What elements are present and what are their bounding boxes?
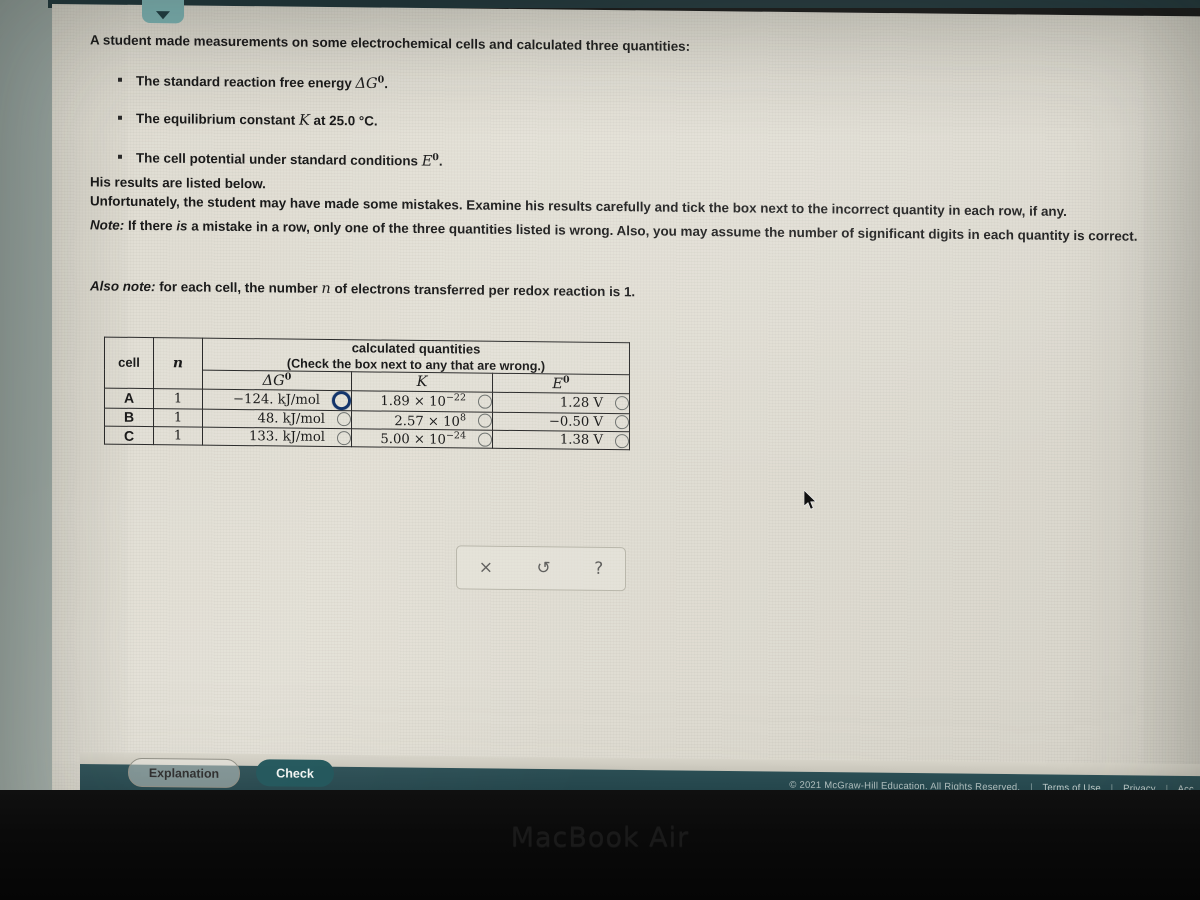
header-symbol-e: E <box>552 376 563 393</box>
header-cell-label: cell <box>104 337 154 389</box>
cell-a-delta-g-checkbox[interactable] <box>332 390 351 410</box>
cell-c-e-checkbox[interactable] <box>615 433 629 448</box>
cell-b-k-mantissa: 2.57 × 10 <box>394 413 460 430</box>
laptop-bezel-bottom: MacBook Air <box>0 790 1200 900</box>
header-symbol-delta-g: ΔG <box>262 372 285 390</box>
bullet-item-equilibrium-constant: The equilibrium constant K at 25.0 °C. <box>114 109 814 138</box>
cell-c-e: 1.38 V <box>492 430 630 451</box>
note-italic-is: is <box>176 218 188 234</box>
note-body: If there <box>124 217 177 234</box>
cell-a-e-value: 1.28 V <box>559 395 603 411</box>
symbol-e: E <box>421 152 433 170</box>
cell-b-e: −0.50 V <box>492 411 630 432</box>
header-symbol-delta-g-sup: 0 <box>284 371 292 383</box>
cell-a-delta-g: −124. kJ/mol <box>202 388 352 411</box>
cell-a-e: 1.28 V <box>492 391 630 414</box>
bullet-text-pre-2: The cell potential under standard condit… <box>136 149 422 168</box>
bullet-text-post-0: . <box>384 76 388 92</box>
worksheet-page: A student made measurements on some elec… <box>52 0 1200 812</box>
symbol-e-superscript: 0 <box>432 151 439 163</box>
cell-a-k-exponent: −22 <box>445 392 466 404</box>
symbol-k: K <box>298 113 310 130</box>
cell-a-delta-g-value: −124. kJ/mol <box>233 391 320 408</box>
cell-b-e-checkbox[interactable] <box>615 415 629 430</box>
cell-c-delta-g-checkbox[interactable] <box>337 430 351 445</box>
bullet-text-pre-1: The equilibrium constant <box>136 111 299 129</box>
check-button[interactable]: Check <box>256 759 334 788</box>
row-n-b: 1 <box>153 408 203 428</box>
cell-c-k-value: 5.00 × 10−24 <box>380 430 466 448</box>
answer-toolbar: × ↺ ? <box>456 545 626 592</box>
cell-a-e-checkbox[interactable] <box>615 396 629 411</box>
calculated-quantities-table: cell n calculated quantities (Check the … <box>104 336 630 451</box>
macbook-air-label: MacBook Air <box>510 822 690 853</box>
note-label: Note: <box>90 217 125 233</box>
header-column-delta-g: ΔG0 <box>202 370 352 391</box>
cell-a-k-mantissa: 1.89 × 10 <box>380 394 446 411</box>
cell-c-k-exponent: −24 <box>445 430 466 442</box>
bullet-item-cell-potential: The cell potential under standard condit… <box>114 147 814 176</box>
table-header-row-group: cell n calculated quantities (Check the … <box>104 337 630 389</box>
row-n-c: 1 <box>153 426 203 446</box>
cell-c-k-mantissa: 5.00 × 10 <box>380 431 446 448</box>
explanation-button[interactable]: Explanation <box>128 757 240 789</box>
header-group-title-text: calculated quantities <box>351 340 481 357</box>
row-cell-label-b: B <box>104 407 154 427</box>
also-note-label: Also note: <box>90 278 156 295</box>
collapse-tab-button[interactable] <box>142 0 184 24</box>
clear-icon[interactable]: × <box>479 558 493 578</box>
row-cell-label-a: A <box>104 387 154 409</box>
header-n-label: n <box>153 337 203 389</box>
cell-c-e-value: 1.38 V <box>559 432 603 449</box>
cell-b-e-value: −0.50 V <box>548 414 603 430</box>
cell-b-delta-g: 48. kJ/mol <box>202 408 352 429</box>
bullet-item-free-energy: The standard reaction free energy ΔG0. <box>114 71 814 100</box>
bullet-text-pre-0: The standard reaction free energy <box>136 73 356 91</box>
cell-c-k-checkbox[interactable] <box>478 432 492 447</box>
cell-a-k-checkbox[interactable] <box>478 394 492 409</box>
symbol-delta-g: ΔG <box>355 75 378 92</box>
cell-b-delta-g-value: 48. kJ/mol <box>257 411 325 427</box>
mouse-cursor-icon <box>804 490 817 510</box>
bullet-text-post-1: at 25.0 °C. <box>309 113 378 130</box>
cell-b-k: 2.57 × 108 <box>351 410 493 431</box>
row-cell-label-c: C <box>104 426 154 446</box>
chevron-down-icon <box>156 11 170 20</box>
cell-c-k: 5.00 × 10−24 <box>351 428 493 449</box>
row-n-a: 1 <box>153 388 203 409</box>
cell-c-delta-g-value: 133. kJ/mol <box>249 429 325 446</box>
cell-b-k-checkbox[interactable] <box>478 413 492 429</box>
photograph-of-laptop-screen: © 2021 McGraw-Hill Education. All Rights… <box>0 0 1200 900</box>
also-note-body: for each cell, the number <box>155 279 322 296</box>
header-column-e: E0 <box>492 373 630 394</box>
header-group-title: calculated quantities (Check the box nex… <box>202 338 630 375</box>
cell-b-k-value: 2.57 × 108 <box>394 411 466 429</box>
header-symbol-e-sup: 0 <box>562 374 570 386</box>
header-column-k: K <box>351 371 493 392</box>
cell-b-delta-g-checkbox[interactable] <box>337 412 351 427</box>
cell-c-delta-g: 133. kJ/mol <box>202 427 352 448</box>
bullet-text-post-2: . <box>438 153 443 169</box>
also-note-rest: of electrons transferred per redox react… <box>330 281 636 300</box>
undo-icon[interactable]: ↺ <box>536 558 550 578</box>
header-symbol-k: K <box>416 373 428 390</box>
note-rest: a mistake in a row, only one of the thre… <box>187 218 1138 244</box>
symbol-n: n <box>321 280 331 298</box>
intro-paragraph: A student made measurements on some elec… <box>90 32 691 54</box>
also-note-paragraph: Also note: for each cell, the number n o… <box>90 276 1170 309</box>
help-icon[interactable]: ? <box>594 559 603 579</box>
cell-a-k: 1.89 × 10−22 <box>351 390 493 412</box>
cell-a-k-value: 1.89 × 10−22 <box>380 392 466 410</box>
cell-b-k-exponent: 8 <box>459 412 466 424</box>
